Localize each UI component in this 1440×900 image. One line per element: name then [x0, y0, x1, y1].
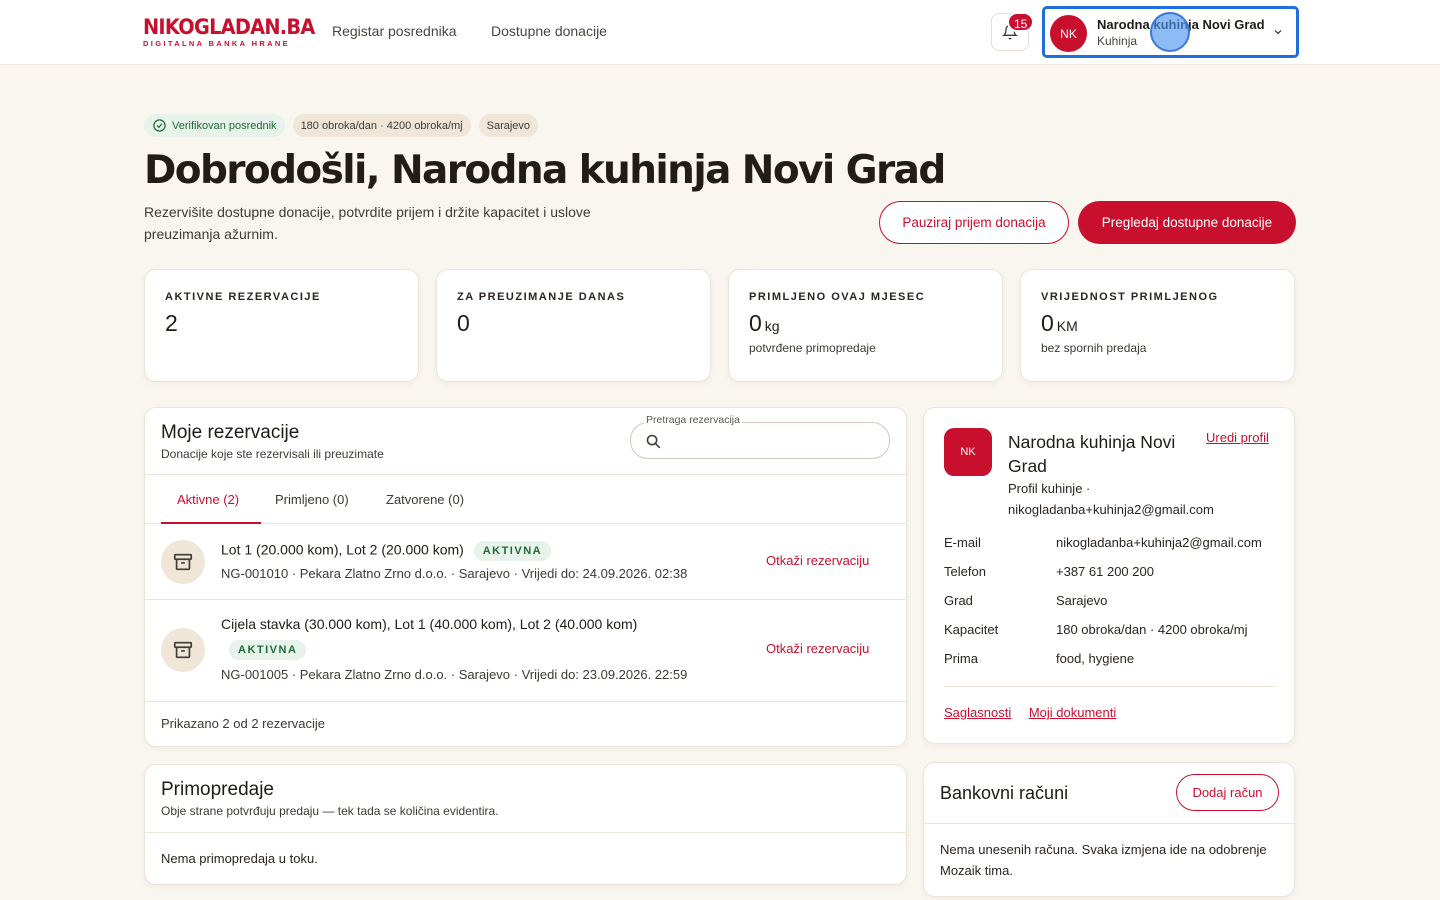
field-label: Grad [944, 593, 973, 608]
stat-label: PRIMLJENO OVAJ MJESEC [749, 291, 926, 303]
avatar: NK [944, 428, 992, 476]
profile-name: Narodna kuhinja Novi Grad [1008, 432, 1176, 476]
field-label: Prima [944, 651, 978, 666]
profile-row-capacity: Kapacitet 180 obroka/dan · 4200 obroka/mj [944, 622, 1279, 651]
browse-donations-button[interactable]: Pregledaj dostupne donacije [1078, 201, 1296, 244]
stat-value: 0 [1041, 310, 1054, 336]
edit-profile-link[interactable]: Uredi profil [1206, 430, 1269, 445]
divider [145, 832, 906, 833]
handovers-card: Primopredaje Obje strane potvrđuju preda… [144, 764, 907, 885]
account-role: Kuhinja [1097, 34, 1138, 48]
stat-note: potvrđene primopredaje [749, 341, 876, 355]
stat-value: 2 [165, 310, 178, 336]
avatar: NK [1050, 15, 1087, 52]
reservation-meta: NG-001010 · Pekara Zlatno Zrno d.o.o. · … [221, 566, 688, 581]
stat-label: AKTIVNE REZERVACIJE [165, 291, 321, 303]
stat-label: VRIJEDNOST PRIMLJENOG [1041, 291, 1219, 303]
cursor-indicator [1150, 12, 1190, 52]
page-title: Dobrodošli, Narodna kuhinja Novi Grad [144, 148, 946, 193]
tab-zatvorene[interactable]: Zatvorene (0) [386, 492, 464, 507]
stat-card-received-value: VRIJEDNOST PRIMLJENOG 0 KM bez spornih pr… [1020, 269, 1295, 382]
reservation-tabs: Aktivne (2) Primljeno (0) Zatvorene (0) [145, 474, 906, 524]
profile-subtitle: Profil kuhinje · nikogladanba+kuhinja2@g… [1008, 481, 1214, 517]
chevron-down-icon [1274, 30, 1282, 35]
table-row: Cijela stavka (30.000 kom), Lot 1 (40.00… [145, 600, 906, 702]
bank-accounts-card: Bankovni računi Dodaj račun Nema uneseni… [923, 762, 1295, 897]
field-label: E-mail [944, 535, 981, 550]
table-row: Lot 1 (20.000 kom), Lot 2 (20.000 kom) A… [145, 524, 906, 600]
search-label: Pretraga rezervacija [644, 414, 742, 426]
stat-card-pickup-today: ZA PREUZIMANJE DANAS 0 [436, 269, 711, 382]
field-value: Sarajevo [1056, 593, 1108, 608]
city-chip: Sarajevo [478, 114, 539, 137]
divider [944, 686, 1275, 687]
search-icon [646, 434, 661, 449]
nav-dostupne-donacije[interactable]: Dostupne donacije [491, 23, 607, 39]
profile-row-city: Grad Sarajevo [944, 593, 1279, 622]
field-value: 180 obroka/dan · 4200 obroka/mj [1056, 622, 1248, 637]
stat-value: 0 [749, 310, 762, 336]
field-value: +387 61 200 200 [1056, 564, 1154, 579]
stat-note: bez spornih predaja [1041, 341, 1147, 355]
verified-badge: Verifikovan posrednik [144, 114, 285, 137]
verified-label: Verifikovan posrednik [172, 119, 277, 132]
stat-value: 0 [457, 310, 470, 336]
handovers-empty-state: Nema primopredaja u toku. [161, 851, 318, 866]
reservation-title: Cijela stavka (30.000 kom), Lot 1 (40.00… [221, 616, 638, 632]
consents-link[interactable]: Saglasnosti [944, 705, 1011, 720]
profile-row-email: E-mail nikogladanba+kuhinja2@gmail.com [944, 535, 1279, 564]
logo[interactable]: NIKOGLADAN.BA DIGITALNA BANKA HRANE [143, 16, 330, 48]
profile-row-phone: Telefon +387 61 200 200 [944, 564, 1279, 593]
notifications-count-badge: 15 [1007, 12, 1035, 32]
logo-wordmark: NIKOGLADAN.BA [143, 15, 315, 39]
field-label: Telefon [944, 564, 986, 579]
my-documents-link[interactable]: Moji dokumenti [1029, 705, 1116, 720]
page-subtitle: Rezervišite dostupne donacije, potvrdite… [144, 204, 591, 242]
add-account-button[interactable]: Dodaj račun [1176, 774, 1279, 811]
field-value: nikogladanba+kuhinja2@gmail.com [1056, 535, 1262, 550]
reservations-title: Moje rezervacije [161, 422, 300, 443]
profile-details: E-mail nikogladanba+kuhinja2@gmail.com Te… [944, 535, 1279, 680]
handovers-subtitle: Obje strane potvrđuju predaju — tek tada… [161, 804, 499, 818]
bank-accounts-empty-state: Nema unesenih računa. Svaka izmjena ide … [940, 842, 1267, 878]
status-badge: AKTIVNA [229, 640, 307, 660]
field-value: food, hygiene [1056, 651, 1135, 666]
reservations-subtitle: Donacije koje ste rezervisali ili preuzi… [161, 447, 384, 461]
cancel-reservation-button[interactable]: Otkaži rezervaciju [766, 553, 869, 568]
archive-box-icon [173, 641, 193, 659]
status-badge: AKTIVNA [473, 541, 552, 561]
stat-unit: kg [764, 318, 780, 334]
reservation-meta: NG-001005 · Pekara Zlatno Zrno d.o.o. · … [221, 667, 688, 682]
field-label: Kapacitet [944, 622, 999, 637]
archive-box-icon [173, 553, 193, 571]
stat-label: ZA PREUZIMANJE DANAS [457, 291, 626, 303]
stat-card-received-month: PRIMLJENO OVAJ MJESEC 0 kg potvrđene prim… [728, 269, 1003, 382]
profile-card: NK Narodna kuhinja Novi Grad Uredi profi… [923, 407, 1295, 744]
logo-tagline: DIGITALNA BANKA HRANE [143, 39, 290, 48]
search-input[interactable] [630, 422, 890, 459]
handovers-title: Primopredaje [161, 779, 274, 800]
profile-row-accepts: Prima food, hygiene [944, 651, 1279, 680]
tab-aktivne[interactable]: Aktivne (2) [177, 492, 239, 507]
nav-registar-posrednika[interactable]: Registar posrednika [332, 23, 457, 39]
row-icon [161, 628, 205, 672]
bank-accounts-title: Bankovni računi [940, 783, 1069, 803]
status-chips: Verifikovan posrednik 180 obroka/dan · 4… [144, 114, 539, 137]
stat-card-active-reservations: AKTIVNE REZERVACIJE 2 [144, 269, 419, 382]
row-icon [161, 540, 205, 584]
reservations-count: Prikazano 2 od 2 rezervacije [161, 716, 326, 731]
check-circle-icon [153, 119, 166, 132]
top-bar: NIKOGLADAN.BA DIGITALNA BANKA HRANE Regi… [0, 0, 1440, 65]
stat-unit: KM [1056, 318, 1078, 334]
pause-donations-button[interactable]: Pauziraj prijem donacija [879, 201, 1069, 244]
divider [924, 823, 1294, 824]
capacity-chip: 180 obroka/dan · 4200 obroka/mj [292, 114, 471, 137]
reservation-title: Lot 1 (20.000 kom), Lot 2 (20.000 kom) [221, 541, 464, 558]
cancel-reservation-button[interactable]: Otkaži rezervaciju [766, 641, 869, 656]
tab-primljeno[interactable]: Primljeno (0) [275, 492, 349, 507]
